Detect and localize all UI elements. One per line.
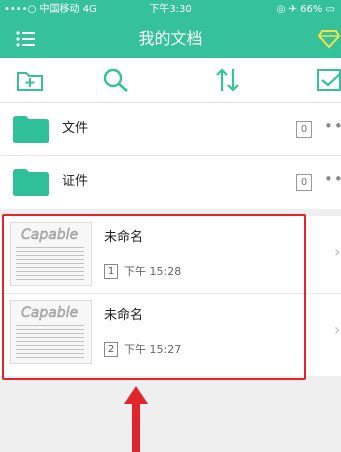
folder-name: 文件 (62, 121, 89, 136)
folder-row[interactable]: 证件 0 ••• (0, 156, 341, 208)
battery-indicator: ◎ ✈ 66% ▭ (276, 4, 335, 15)
page-title: 我的文档 (138, 29, 203, 48)
new-folder-icon[interactable] (16, 67, 44, 93)
nav-bar: 我的文档 (0, 20, 341, 58)
sort-icon[interactable] (214, 67, 242, 93)
app-header: ••••○ 中国移动 4G 下午3:30 ◎ ✈ 66% ▭ 我的文档 (0, 0, 341, 58)
annotation-highlight-box (2, 214, 306, 380)
chevron-right-icon: › (334, 320, 341, 339)
folder-icon (13, 116, 49, 143)
diamond-icon[interactable] (318, 29, 340, 49)
chevron-right-icon: › (334, 242, 341, 261)
folder-count-badge: 0 (296, 174, 312, 191)
more-options-icon[interactable]: ••• (324, 117, 341, 135)
search-icon[interactable] (102, 67, 130, 93)
more-options-icon[interactable]: ••• (324, 170, 341, 188)
status-bar: ••••○ 中国移动 4G 下午3:30 ◎ ✈ 66% ▭ (0, 0, 341, 20)
toolbar (0, 58, 341, 103)
select-checkbox-icon[interactable] (316, 67, 341, 93)
folder-list: 文件 0 ••• 证件 0 ••• (0, 103, 341, 209)
annotation-arrow-icon (124, 386, 148, 452)
folder-name: 证件 (62, 174, 89, 189)
folder-icon (13, 169, 49, 196)
folder-row[interactable]: 文件 0 ••• (0, 103, 341, 156)
folder-count-badge: 0 (296, 121, 312, 138)
